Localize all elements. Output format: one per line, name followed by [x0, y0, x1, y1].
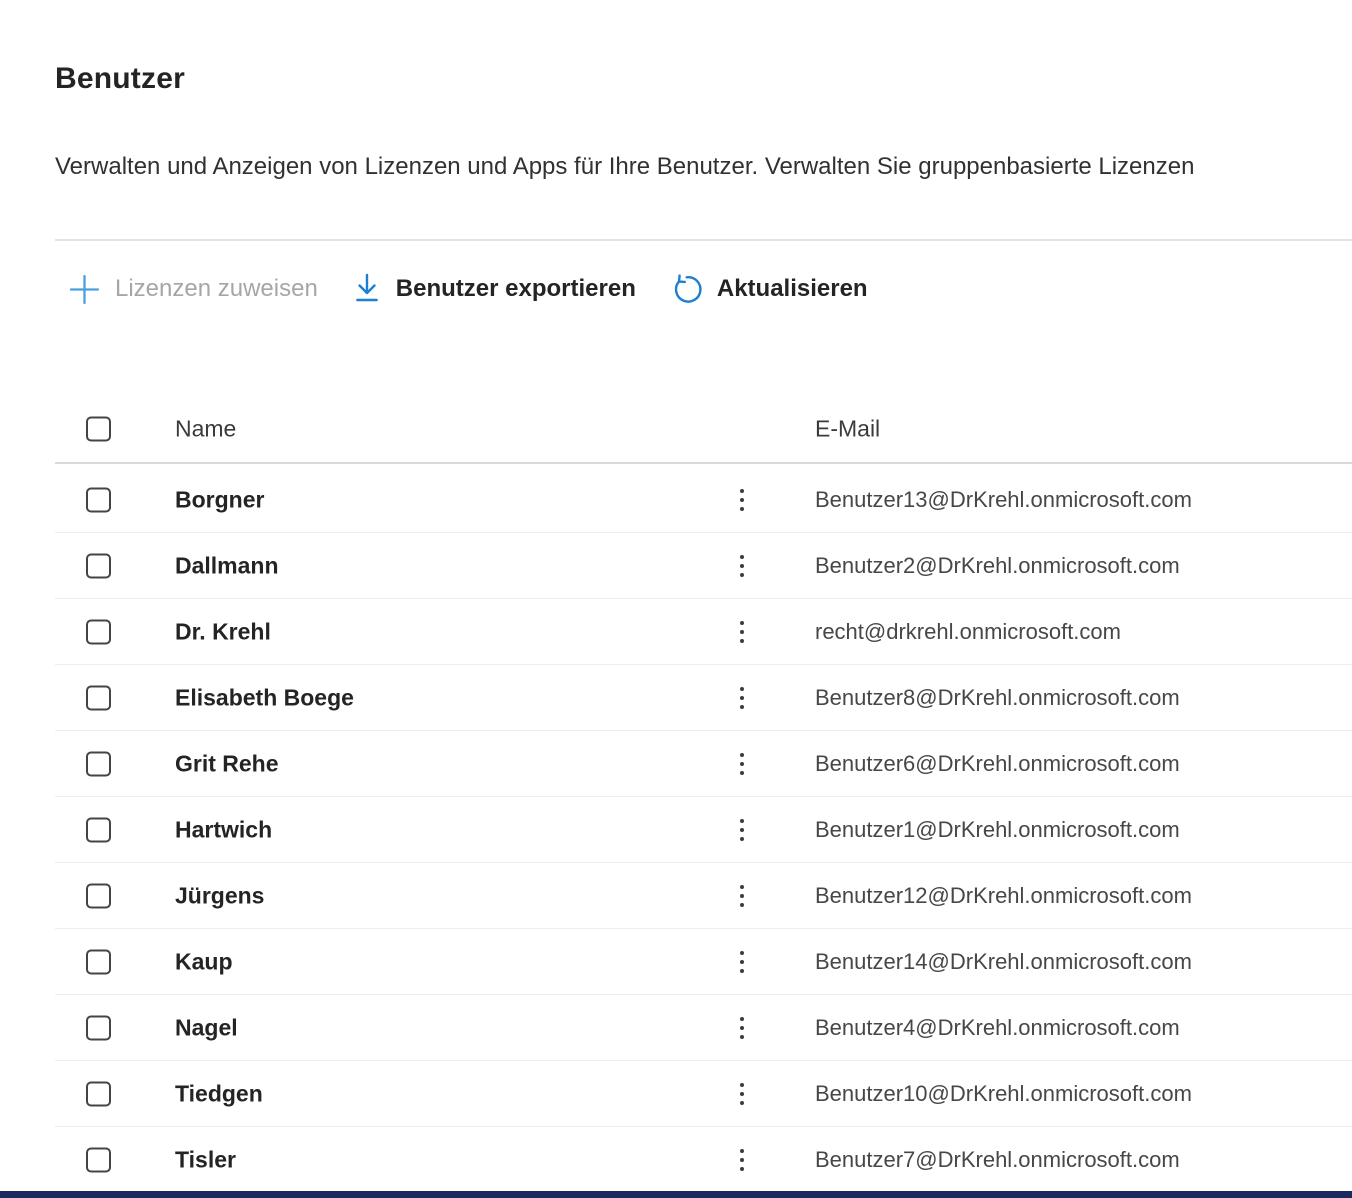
- export-users-button[interactable]: Benutzer exportieren: [352, 273, 636, 305]
- table-row[interactable]: Borgner Benutzer13@DrKrehl.onmicrosoft.c…: [55, 467, 1352, 533]
- table-row[interactable]: Grit Rehe Benutzer6@DrKrehl.onmicrosoft.…: [55, 731, 1352, 797]
- assign-licenses-button[interactable]: Lizenzen zuweisen: [68, 273, 318, 306]
- user-name[interactable]: Tiedgen: [175, 1080, 263, 1107]
- refresh-icon: [670, 273, 703, 306]
- user-name[interactable]: Grit Rehe: [175, 750, 279, 777]
- user-email: Benutzer7@DrKrehl.onmicrosoft.com: [815, 1147, 1180, 1173]
- table-row[interactable]: Nagel Benutzer4@DrKrehl.onmicrosoft.com: [55, 995, 1352, 1061]
- user-name[interactable]: Borgner: [175, 486, 264, 513]
- table-row[interactable]: Elisabeth Boege Benutzer8@DrKrehl.onmicr…: [55, 665, 1352, 731]
- download-icon: [352, 273, 382, 305]
- table-row[interactable]: Hartwich Benutzer1@DrKrehl.onmicrosoft.c…: [55, 797, 1352, 863]
- row-checkbox[interactable]: [86, 751, 111, 776]
- table-header-divider: [55, 462, 1352, 464]
- users-table-body: Borgner Benutzer13@DrKrehl.onmicrosoft.c…: [0, 467, 1352, 1198]
- more-vertical-icon[interactable]: [736, 1079, 748, 1109]
- user-name[interactable]: Dr. Krehl: [175, 618, 271, 645]
- page-description: Verwalten und Anzeigen von Lizenzen und …: [55, 153, 1352, 181]
- row-checkbox[interactable]: [86, 949, 111, 974]
- more-vertical-icon[interactable]: [736, 749, 748, 779]
- user-email: Benutzer12@DrKrehl.onmicrosoft.com: [815, 883, 1192, 909]
- page-title: Benutzer: [55, 62, 185, 96]
- refresh-label: Aktualisieren: [717, 275, 868, 303]
- assign-licenses-label: Lizenzen zuweisen: [115, 275, 318, 303]
- more-vertical-icon[interactable]: [736, 1013, 748, 1043]
- more-vertical-icon[interactable]: [736, 947, 748, 977]
- user-name[interactable]: Tisler: [175, 1146, 236, 1173]
- column-header-name[interactable]: Name: [175, 416, 236, 443]
- table-row[interactable]: Kaup Benutzer14@DrKrehl.onmicrosoft.com: [55, 929, 1352, 995]
- user-email: Benutzer6@DrKrehl.onmicrosoft.com: [815, 751, 1180, 777]
- row-checkbox[interactable]: [86, 817, 111, 842]
- more-vertical-icon[interactable]: [736, 683, 748, 713]
- table-row[interactable]: Tiedgen Benutzer10@DrKrehl.onmicrosoft.c…: [55, 1061, 1352, 1127]
- user-email: Benutzer2@DrKrehl.onmicrosoft.com: [815, 553, 1180, 579]
- row-checkbox[interactable]: [86, 1015, 111, 1040]
- row-checkbox[interactable]: [86, 553, 111, 578]
- table-row[interactable]: Dallmann Benutzer2@DrKrehl.onmicrosoft.c…: [55, 533, 1352, 599]
- export-users-label: Benutzer exportieren: [396, 275, 636, 303]
- user-name[interactable]: Kaup: [175, 948, 233, 975]
- row-checkbox[interactable]: [86, 685, 111, 710]
- user-email: Benutzer4@DrKrehl.onmicrosoft.com: [815, 1015, 1180, 1041]
- users-page: Benutzer Verwalten und Anzeigen von Lize…: [0, 0, 1352, 1198]
- user-name[interactable]: Hartwich: [175, 816, 272, 843]
- toolbar-divider: [55, 239, 1352, 241]
- row-checkbox[interactable]: [86, 1147, 111, 1172]
- row-checkbox[interactable]: [86, 487, 111, 512]
- more-vertical-icon[interactable]: [736, 485, 748, 515]
- more-vertical-icon[interactable]: [736, 881, 748, 911]
- user-email: Benutzer13@DrKrehl.onmicrosoft.com: [815, 487, 1192, 513]
- refresh-button[interactable]: Aktualisieren: [670, 273, 868, 306]
- more-vertical-icon[interactable]: [736, 1145, 748, 1175]
- column-header-email[interactable]: E-Mail: [815, 416, 880, 443]
- plus-icon: [68, 273, 101, 306]
- row-checkbox[interactable]: [86, 1081, 111, 1106]
- user-email: Benutzer10@DrKrehl.onmicrosoft.com: [815, 1081, 1192, 1107]
- row-checkbox[interactable]: [86, 883, 111, 908]
- toolbar: Lizenzen zuweisen Benutzer exportieren: [68, 266, 868, 312]
- user-name[interactable]: Jürgens: [175, 882, 264, 909]
- user-email: Benutzer8@DrKrehl.onmicrosoft.com: [815, 685, 1180, 711]
- user-name[interactable]: Elisabeth Boege: [175, 684, 354, 711]
- more-vertical-icon[interactable]: [736, 551, 748, 581]
- select-all-checkbox[interactable]: [86, 417, 111, 442]
- user-email: recht@drkrehl.onmicrosoft.com: [815, 619, 1121, 645]
- user-email: Benutzer1@DrKrehl.onmicrosoft.com: [815, 817, 1180, 843]
- user-email: Benutzer14@DrKrehl.onmicrosoft.com: [815, 949, 1192, 975]
- user-name[interactable]: Dallmann: [175, 552, 279, 579]
- user-name[interactable]: Nagel: [175, 1014, 238, 1041]
- table-row[interactable]: Jürgens Benutzer12@DrKrehl.onmicrosoft.c…: [55, 863, 1352, 929]
- more-vertical-icon[interactable]: [736, 815, 748, 845]
- row-checkbox[interactable]: [86, 619, 111, 644]
- table-row[interactable]: Tisler Benutzer7@DrKrehl.onmicrosoft.com: [55, 1127, 1352, 1193]
- table-row[interactable]: Dr. Krehl recht@drkrehl.onmicrosoft.com: [55, 599, 1352, 665]
- more-vertical-icon[interactable]: [736, 617, 748, 647]
- horizontal-scrollbar[interactable]: [0, 1191, 1352, 1198]
- table-header: Name E-Mail: [0, 398, 1352, 460]
